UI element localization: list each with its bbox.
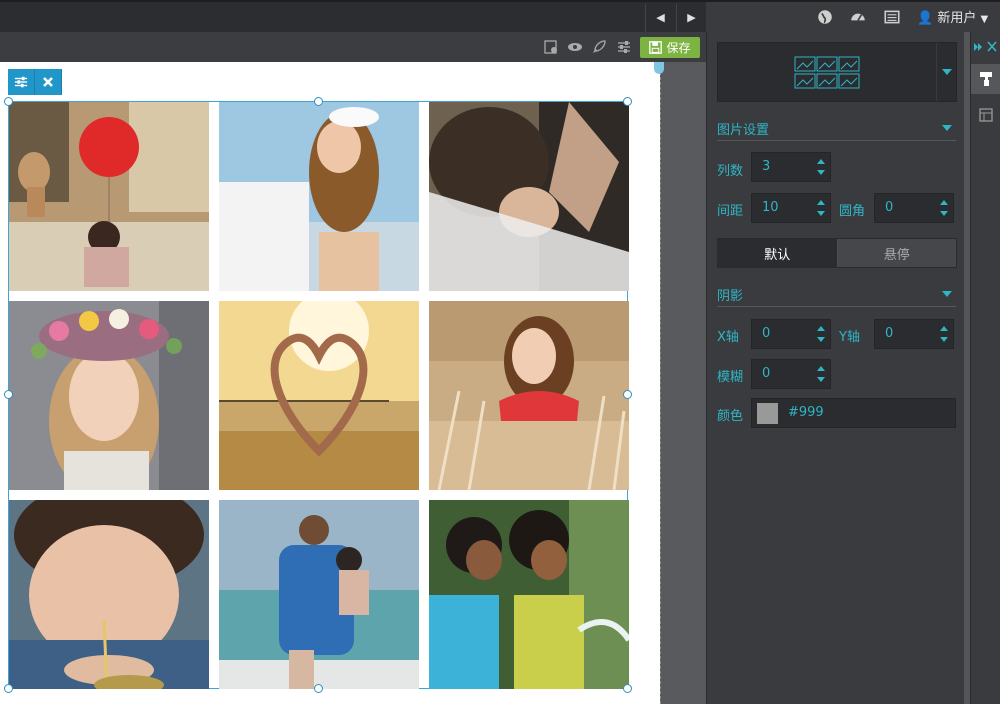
user-menu[interactable]: 👤 新用户 ▼ [917, 7, 988, 26]
right-rail [970, 32, 1000, 704]
collapse-panel-button[interactable] [971, 32, 1000, 62]
sliders-icon[interactable] [616, 39, 632, 55]
gallery-image-child-drinking[interactable] [9, 500, 209, 689]
shadow-color-label: 颜色 [717, 409, 744, 424]
close-icon [43, 77, 53, 87]
user-icon: 👤 [917, 11, 934, 26]
caret-down-icon: ▼ [980, 14, 989, 25]
eye-icon[interactable] [567, 39, 583, 55]
resize-handle-top[interactable] [314, 97, 323, 106]
layers-tab[interactable] [971, 100, 1000, 130]
resize-handle-top-right[interactable] [623, 97, 632, 106]
section-shadow[interactable]: 阴影 [717, 285, 956, 307]
shadow-x-label: X轴 [717, 330, 739, 345]
shadow-blur-stepper[interactable]: 0 [751, 359, 831, 389]
floppy-icon [649, 41, 663, 54]
gallery-image-couple-embracing[interactable] [219, 102, 419, 291]
stepper-up-icon[interactable] [940, 200, 948, 205]
tab-hover[interactable]: 悬停 [837, 239, 956, 267]
radius-stepper[interactable]: 0 [874, 193, 954, 223]
gallery-layout-picker[interactable] [717, 42, 957, 102]
gallery-image-woman-in-reeds[interactable] [429, 301, 629, 490]
stepper-down-icon[interactable] [817, 377, 825, 382]
shadow-color-value: #999 [788, 405, 824, 420]
list-icon[interactable] [883, 8, 901, 26]
caret-down-icon [942, 125, 952, 131]
grid-layout-icon [794, 56, 860, 89]
section-image-settings[interactable]: 图片设置 [717, 119, 956, 141]
stepper-down-icon[interactable] [817, 170, 825, 175]
shadow-blur-value: 0 [762, 366, 771, 381]
collapse-close-icon [974, 41, 997, 52]
top-bar: ◀ ▶ 👤 新用户 ▼ [0, 0, 1000, 34]
page-settings-icon[interactable] [543, 39, 559, 55]
properties-panel: 图片设置 列数 3 间距 10 圆角 0 默认 悬停 阴影 X轴 0 Y轴 0 … [706, 32, 966, 704]
gallery-image-kids-splashing-water[interactable] [429, 500, 629, 689]
resize-handle-top-left[interactable] [4, 97, 13, 106]
shadow-blur-label: 模糊 [717, 370, 744, 385]
chevron-left-icon[interactable]: ◀ [645, 4, 675, 34]
stepper-down-icon[interactable] [940, 337, 948, 342]
shadow-color-field[interactable]: #999 [751, 398, 956, 428]
editor-toolbar: 保存 [0, 32, 706, 62]
resize-handle-bottom[interactable] [314, 684, 323, 693]
gallery-image-girl-with-red-balloon[interactable] [9, 102, 209, 291]
image-gallery[interactable] [4, 97, 632, 693]
columns-label: 列数 [717, 164, 744, 179]
gallery-image-father-carrying-child[interactable] [219, 500, 419, 689]
sliders-icon [14, 76, 28, 88]
widget-toolbar [8, 69, 63, 95]
radius-value: 0 [885, 200, 894, 215]
gallery-image-girl-flower-crown[interactable] [9, 301, 209, 490]
widget-delete-button[interactable] [35, 69, 62, 95]
chevron-right-icon[interactable]: ▶ [676, 4, 706, 34]
resize-handle-left[interactable] [4, 390, 13, 399]
columns-stepper[interactable]: 3 [751, 152, 831, 182]
rocket-icon[interactable] [591, 39, 607, 55]
style-tab[interactable] [971, 64, 1000, 94]
user-name: 新用户 [937, 11, 977, 26]
stepper-up-icon[interactable] [940, 326, 948, 331]
spacing-stepper[interactable]: 10 [751, 193, 831, 223]
section-image-settings-title: 图片设置 [717, 123, 770, 138]
stepper-up-icon[interactable] [817, 200, 825, 205]
stepper-down-icon[interactable] [817, 211, 825, 216]
section-shadow-title: 阴影 [717, 289, 744, 304]
save-button[interactable]: 保存 [640, 37, 700, 58]
canvas-gutter [660, 62, 706, 704]
shadow-x-value: 0 [762, 326, 771, 341]
stepper-up-icon[interactable] [817, 159, 825, 164]
columns-value: 3 [762, 159, 771, 174]
globe-icon[interactable] [816, 8, 834, 26]
shadow-y-stepper[interactable]: 0 [874, 319, 954, 349]
stepper-down-icon[interactable] [940, 211, 948, 216]
tab-default[interactable]: 默认 [718, 239, 838, 267]
paint-roller-icon [980, 72, 992, 86]
gallery-image-bride-veil[interactable] [429, 102, 629, 291]
layout-dropdown-arrow[interactable] [936, 43, 956, 101]
layers-icon [979, 108, 993, 122]
widget-settings-button[interactable] [8, 69, 35, 95]
caret-down-icon [941, 69, 952, 75]
spacing-value: 10 [762, 200, 779, 215]
resize-handle-bottom-left[interactable] [4, 684, 13, 693]
save-label: 保存 [666, 41, 691, 55]
dashboard-icon[interactable] [849, 8, 867, 26]
resize-handle-right[interactable] [623, 390, 632, 399]
caret-down-icon [942, 291, 952, 297]
radius-label: 圆角 [839, 204, 866, 219]
ruler-marker[interactable] [654, 62, 664, 74]
stepper-up-icon[interactable] [817, 326, 825, 331]
shadow-y-value: 0 [885, 326, 894, 341]
state-tabs: 默认 悬停 [717, 238, 957, 268]
stepper-down-icon[interactable] [817, 337, 825, 342]
stepper-up-icon[interactable] [817, 366, 825, 371]
gallery-image-heart-silhouette-beach[interactable] [219, 301, 419, 490]
shadow-y-label: Y轴 [839, 330, 860, 345]
shadow-x-stepper[interactable]: 0 [751, 319, 831, 349]
resize-handle-bottom-right[interactable] [623, 684, 632, 693]
color-swatch[interactable] [757, 403, 778, 424]
spacing-label: 间距 [717, 204, 744, 219]
